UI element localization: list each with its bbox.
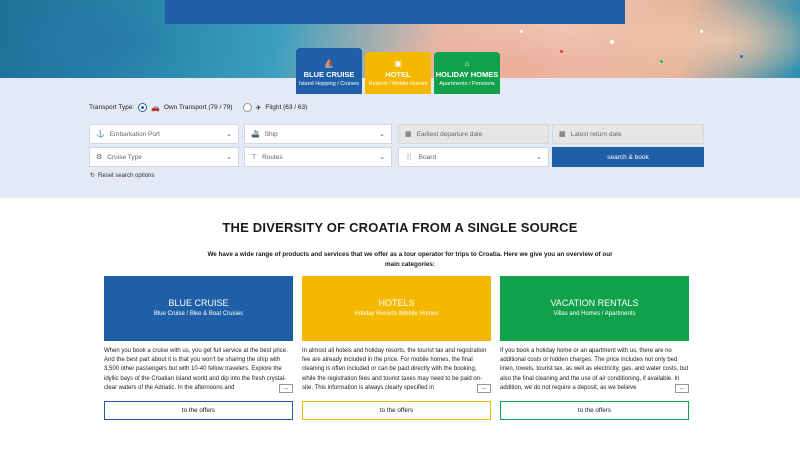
hotel-icon: ▣ (394, 59, 402, 68)
card-subtitle: Holiday Resorts /Mobile Homes (354, 311, 439, 317)
signpost-icon: ⊤ (251, 154, 258, 161)
cruise-type-placeholder: Cruise Type (107, 153, 142, 161)
tab-subtitle: Resorts / Mobile Homes (368, 81, 428, 87)
chevron-down-icon: ⌄ (226, 131, 232, 138)
embarkation-port-placeholder: Embarkation Port (109, 130, 160, 138)
tab-subtitle: Apartments / Pensions (439, 81, 495, 87)
tab-title: HOTEL (385, 70, 411, 79)
anchor-icon: ⚓ (96, 131, 105, 138)
own-transport-label[interactable]: Own Transport (79 / 79) (164, 104, 233, 111)
search-panel: Transport Type: 🚗 Own Transport (79 / 79… (0, 78, 800, 198)
tab-blue-cruise[interactable]: ⛵ BLUE CRUISE Island Hopping / Cruises (296, 48, 362, 94)
chevron-down-icon: ⌄ (536, 154, 542, 161)
card-title: HOTELS (378, 298, 415, 308)
card-description-text: If you book a holiday home or an apartme… (500, 348, 689, 391)
reset-search-link[interactable]: ↻ Reset search options (90, 172, 155, 180)
card-header[interactable]: BLUE CRUISE Blue Cruise / Bike & Boat Cr… (104, 276, 293, 341)
card-blue-cruise: BLUE CRUISE Blue Cruise / Bike & Boat Cr… (104, 276, 293, 420)
refresh-icon: ↻ (90, 173, 96, 179)
cutlery-icon: 🍴 (405, 154, 414, 161)
ship-placeholder: Ship (264, 130, 278, 138)
page-headline: THE DIVERSITY OF CROATIA FROM A SINGLE S… (222, 220, 578, 235)
flight-radio[interactable] (242, 103, 252, 112)
card-description: When you book a cruise with us, you get … (104, 347, 293, 393)
own-transport-radio[interactable] (138, 103, 148, 112)
card-header[interactable]: VACATION RENTALS Villas and Homes / Apar… (500, 276, 689, 341)
card-subtitle: Blue Cruise / Bike & Boat Cruises (153, 311, 244, 317)
board-select[interactable]: 🍴 Board ⌄ (398, 147, 549, 167)
card-hotels: HOTELS Holiday Resorts /Mobile Homes In … (302, 276, 491, 420)
card-header[interactable]: HOTELS Holiday Resorts /Mobile Homes (302, 276, 491, 341)
card-title: BLUE CRUISE (168, 298, 229, 308)
ship-select[interactable]: 🚢 Ship ⌄ (244, 124, 392, 144)
chevron-down-icon: ⌄ (379, 154, 385, 161)
hero-banner-strip (165, 0, 625, 24)
card-vacation-rentals: VACATION RENTALS Villas and Homes / Apar… (500, 276, 689, 420)
card-description: If you book a holiday home or an apartme… (500, 347, 689, 393)
to-the-offers-button[interactable]: to the offers (104, 401, 293, 420)
reset-search-label: Reset search options (98, 172, 155, 179)
routes-placeholder: Routes (262, 153, 283, 161)
chevron-down-icon: ⌄ (379, 131, 385, 138)
search-and-book-button[interactable]: search & book (552, 147, 704, 167)
ship-icon: 🚢 (251, 131, 260, 138)
card-description-text: In almost all hotels and holiday resorts… (302, 348, 487, 391)
settings-icon: ⚙ (96, 154, 103, 161)
car-icon: 🚗 (151, 104, 160, 112)
board-placeholder: Board (418, 153, 437, 161)
card-subtitle: Villas and Homes / Apartments (553, 311, 636, 317)
category-tabs: ⛵ BLUE CRUISE Island Hopping / Cruises ▣… (296, 48, 500, 94)
calendar-icon: ▦ (559, 131, 566, 138)
to-the-offers-button[interactable]: to the offers (302, 401, 491, 420)
routes-select[interactable]: ⊤ Routes ⌄ (244, 147, 392, 167)
card-title: VACATION RENTALS (550, 298, 639, 308)
earliest-departure-placeholder: Earliest departure date (416, 130, 483, 138)
earliest-departure-date-input[interactable]: ▦ Earliest departure date (398, 124, 549, 144)
read-more-button[interactable]: ... (675, 384, 689, 393)
transport-type-selector: Transport Type: 🚗 Own Transport (79 / 79… (89, 103, 307, 112)
tab-title: HOLIDAY HOMES (435, 70, 499, 79)
cruise-type-select[interactable]: ⚙ Cruise Type ⌄ (89, 147, 239, 167)
to-the-offers-button[interactable]: to the offers (500, 401, 689, 420)
chevron-down-icon: ⌄ (226, 154, 232, 161)
flight-label[interactable]: Flight (63 / 63) (265, 104, 307, 111)
intro-text: We have a wide range of products and ser… (207, 251, 613, 268)
house-icon: ⌂ (464, 59, 470, 68)
card-description-text: When you book a cruise with us, you get … (104, 348, 288, 391)
tab-hotel[interactable]: ▣ HOTEL Resorts / Mobile Homes (365, 52, 431, 94)
latest-return-placeholder: Latest return date (570, 130, 622, 138)
read-more-button[interactable]: ... (477, 384, 491, 393)
tab-title: BLUE CRUISE (303, 70, 355, 79)
card-description: In almost all hotels and holiday resorts… (302, 347, 491, 393)
tab-subtitle: Island Hopping / Cruises (299, 81, 359, 87)
calendar-icon: ▦ (405, 131, 412, 138)
embarkation-port-select[interactable]: ⚓ Embarkation Port ⌄ (89, 124, 239, 144)
tab-holiday-homes[interactable]: ⌂ HOLIDAY HOMES Apartments / Pensions (434, 52, 500, 94)
ship-icon: ⛵ (324, 59, 334, 68)
latest-return-date-input[interactable]: ▦ Latest return date (552, 124, 704, 144)
plane-icon: ✈ (255, 104, 262, 112)
read-more-button[interactable]: ... (279, 384, 293, 393)
transport-type-label: Transport Type: (89, 104, 135, 111)
